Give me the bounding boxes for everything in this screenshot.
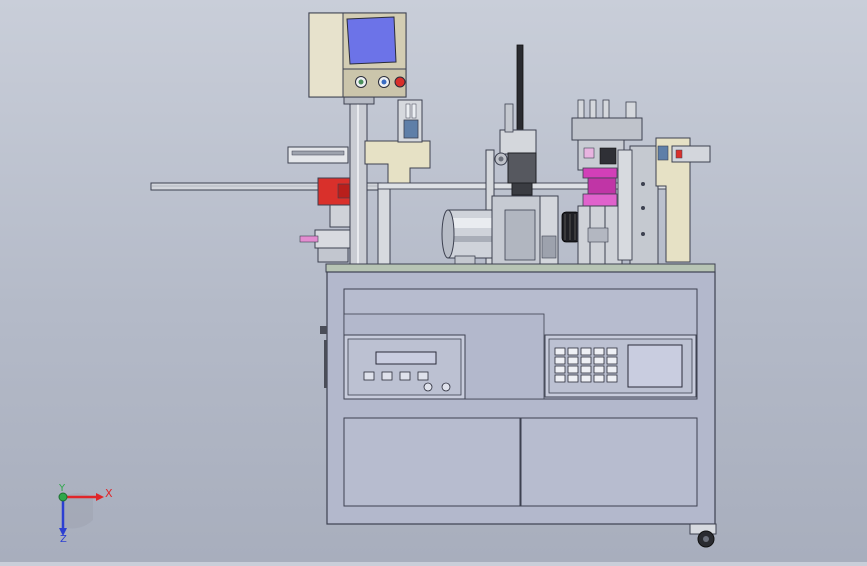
controller-knob-right[interactable]: [441, 382, 451, 392]
x-axis-label: X: [105, 487, 113, 500]
controller-key-1[interactable]: [363, 371, 375, 381]
controller-key-4[interactable]: [417, 371, 429, 381]
cabinet-door-right[interactable]: [520, 417, 698, 507]
keypad-key[interactable]: [606, 365, 618, 374]
cad-viewport[interactable]: X Y Z: [0, 0, 867, 562]
keypad-key[interactable]: [554, 356, 566, 365]
hmi-touch-screen[interactable]: [346, 16, 397, 65]
controller-knob-left[interactable]: [423, 382, 433, 392]
keypad-key[interactable]: [606, 356, 618, 365]
keypad-key[interactable]: [580, 347, 592, 356]
keypad-key[interactable]: [593, 365, 605, 374]
start-button[interactable]: [355, 76, 367, 88]
press-c-frame: [364, 99, 431, 265]
keypad-key[interactable]: [567, 365, 579, 374]
keypad-key[interactable]: [567, 347, 579, 356]
servo-motor-cylinder: [441, 209, 493, 267]
cad-assembly-drawing: X Y Z: [58, 12, 717, 548]
stop-button[interactable]: [378, 76, 390, 88]
keypad-key[interactable]: [580, 365, 592, 374]
machine-table-top: [325, 263, 716, 273]
keypad-key[interactable]: [567, 356, 579, 365]
controller-key-2[interactable]: [381, 371, 393, 381]
keypad-key[interactable]: [606, 374, 618, 383]
central-drive-housing: [491, 195, 559, 267]
right-mounting-plate: [617, 145, 659, 265]
y-axis-marker: [58, 492, 68, 502]
keypad-key[interactable]: [554, 365, 566, 374]
cabinet-side-hinge: [320, 326, 327, 388]
keypad-key[interactable]: [593, 374, 605, 383]
keypad-key[interactable]: [554, 347, 566, 356]
coordinate-axis-triad: X Y Z: [58, 483, 113, 545]
keypad-key[interactable]: [554, 374, 566, 383]
keypad-key[interactable]: [580, 356, 592, 365]
controller-key-3[interactable]: [399, 371, 411, 381]
caster-wheel: [689, 523, 717, 548]
x-axis-arrowhead: [96, 493, 104, 501]
keypad-key[interactable]: [593, 356, 605, 365]
drive-pulley: [561, 211, 581, 243]
magenta-workpiece-stack: [582, 167, 618, 207]
controller-lcd-screen: [627, 344, 683, 388]
keypad-key[interactable]: [567, 374, 579, 383]
red-clamp-block: [317, 177, 351, 206]
lower-right-guide-columns: [577, 205, 623, 265]
keypad-key[interactable]: [593, 347, 605, 356]
lower-left-cylinder-group: [299, 204, 356, 263]
keypad-key[interactable]: [580, 374, 592, 383]
keypad-key[interactable]: [606, 347, 618, 356]
upper-left-guide-block: [287, 146, 349, 164]
cabinet-door-left[interactable]: [343, 417, 521, 507]
y-axis-label: Y: [58, 483, 66, 494]
right-c-frame: [655, 137, 711, 263]
emergency-stop-button[interactable]: [394, 76, 406, 88]
controller-display: [375, 351, 437, 365]
z-axis-label: Z: [60, 534, 67, 545]
